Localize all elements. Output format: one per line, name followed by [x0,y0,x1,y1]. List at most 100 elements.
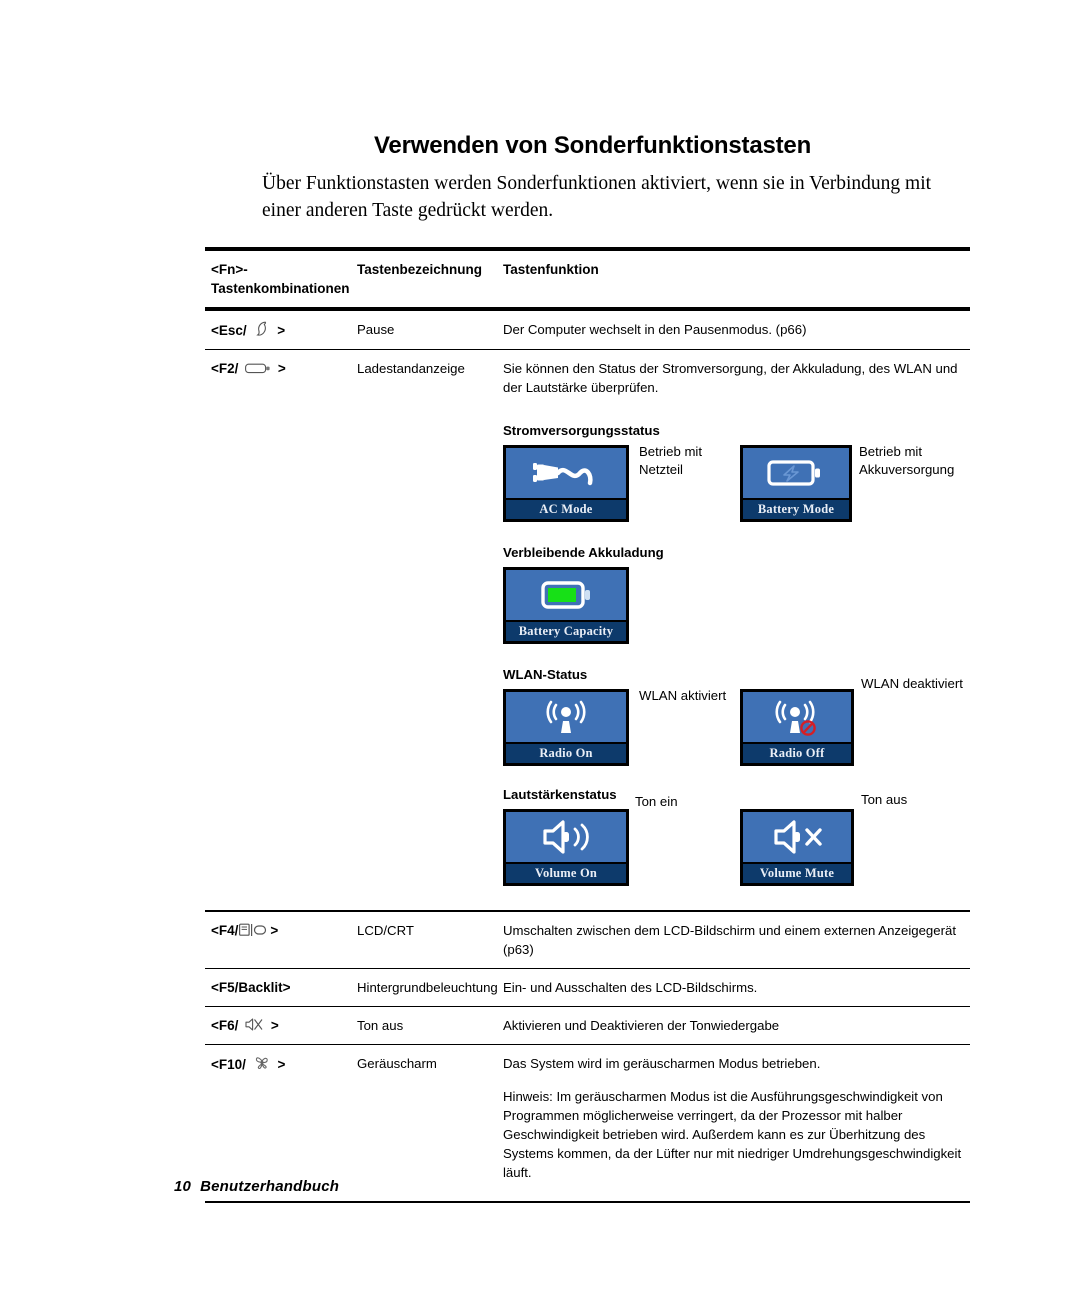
key-function-f10: Das System wird im geräuscharmen Modus b… [503,1045,970,1201]
header-col1: <Fn>-Tastenkombinationen [205,251,357,307]
key-name-esc: Pause [357,322,395,337]
status-icon-ac-mode: AC Mode [503,445,629,523]
key-function-f2-text: Sie können den Status der Stromversorgun… [503,361,958,396]
table-bottom-rule [205,1201,970,1203]
moon-icon [253,320,270,337]
status-desc-volume-mute-text: Ton aus [861,792,908,808]
table-row: <F2/ > Ladestandanzeige Sie können den S… [205,350,970,910]
key-suffix: > [277,323,286,338]
speaker-on-icon [506,812,626,865]
document-page: Verwenden von Sonderfunktionstasten Über… [0,0,1080,1309]
key-prefix: <Esc/ [211,323,247,338]
table-row: <F5/Backlit> Hintergrundbeleuchtung Ein-… [205,969,970,1006]
status-icon-battery-capacity: Battery Capacity [503,567,629,645]
header-col3: Tastenfunktion [503,262,599,277]
page-number: 10 [174,1178,192,1195]
status-desc-battery-mode-text: Betrieb mit Akkuversorgung [859,444,955,478]
key-combo-f5: <F5/Backlit> [211,979,291,995]
status-icon-volume-mute: Volume Mute [740,809,854,887]
status-icon-battery-mode: Battery Mode [740,445,852,523]
status-desc-radio-off: WLAN deaktiviert [861,675,971,693]
status-desc-radio-on: WLAN aktiviert [639,687,731,705]
icon-caption: Volume On [506,864,626,884]
key-combo-f4: <F4/ > [205,912,357,968]
battery-icon [245,362,271,375]
icon-caption: AC Mode [506,500,626,520]
status-desc-ac-mode-text: Betrieb mit Netzteil [639,444,703,478]
key-prefix: <F2/ [211,361,239,377]
intro-paragraph: Über Funktionstasten werden Sonderfunkti… [262,173,932,221]
key-name-f6: Ton aus [357,1018,404,1034]
key-name-f4: LCD/CRT [357,922,414,938]
icon-frame: Volume On [503,809,629,887]
key-name-f10: Geräuscharm [357,1056,437,1072]
table-row: <F6/ > Ton aus Aktivieren und Deaktivier… [205,1007,970,1044]
icon-frame: Radio On [503,689,629,767]
page-title: Verwenden von Sonderfunktionstasten [373,132,812,159]
icon-caption: Battery Mode [743,500,849,520]
status-pair-volume: Volume On Ton ein Volume Mute Ton aus [503,792,966,893]
status-pair-capacity: Battery Capacity [503,567,966,651]
status-heading-capacity: Verbleibende Akkuladung [503,545,664,561]
status-pair-power: AC Mode Betrieb mit Netzteil Battery Mod… [503,443,966,529]
key-suffix: > [270,922,279,938]
fan-icon [253,1054,271,1071]
speaker-mute-icon [245,1017,264,1032]
icon-frame: Battery Capacity [503,567,629,645]
icon-frame: Battery Mode [740,445,852,523]
key-combo-f6: <F6/ > [205,1007,357,1044]
key-function-f6: Aktivieren und Deaktivieren der Tonwiede… [503,1018,780,1034]
key-name-f5-text: Hintergrundbeleuchtung [357,979,498,995]
battery-charging-icon [743,448,849,501]
key-combo-f2: <F2/ > [205,350,357,910]
key-prefix: <F6/ [211,1018,239,1034]
status-icon-radio-off: Radio Off [740,689,854,767]
key-function-f5: Ein- und Ausschalten des LCD-Bildschirms… [503,979,758,995]
key-suffix: > [270,1018,279,1034]
header-col2: Tastenbezeichnung [357,262,483,277]
status-desc-volume-mute: Ton aus [861,791,951,809]
table-header-row: <Fn>-Tastenkombinationen Tastenbezeichnu… [205,251,970,307]
status-heading-power: Stromversorgungsstatus [503,423,660,439]
icon-caption: Radio On [506,744,626,764]
icon-frame: Radio Off [740,689,854,767]
status-icon-radio-on: Radio On [503,689,629,767]
status-desc-radio-off-text: WLAN deaktiviert [861,676,963,692]
status-desc-volume-on: Ton ein [635,793,715,811]
ac-plug-icon [506,448,626,501]
status-icon-volume-on: Volume On [503,809,629,887]
note-paragraph: Hinweis: Im geräuscharmen Modus ist die … [503,1089,962,1181]
status-desc-radio-on-text: WLAN aktiviert [639,688,727,704]
lcd-crt-icon [239,923,269,937]
key-name-f2: Ladestandanzeige [357,361,465,377]
key-suffix: > [277,361,286,377]
antenna-icon [506,692,626,745]
function-key-table: <Fn>-Tastenkombinationen Tastenbezeichnu… [205,247,970,1203]
key-function-f4: Umschalten zwischen dem LCD-Bildschirm u… [503,922,956,957]
key-function-f2: Sie können den Status der Stromversorgun… [503,350,970,910]
footer: 10 Benutzerhandbuch [174,1178,339,1195]
header-col1-text: <Fn>-Tastenkombinationen [211,262,350,296]
icon-frame: Volume Mute [740,809,854,887]
icon-caption: Volume Mute [743,864,851,884]
key-prefix: <F4/ [211,922,239,938]
key-function-esc: Der Computer wechselt in den Pausenmodus… [503,322,807,337]
status-graphics: Stromversorgungsstatus AC Mode Betrieb m… [503,397,966,901]
status-desc-volume-on-text: Ton ein [635,794,678,810]
table-row: <Esc/ > Pause Der Computer wechselt in d… [205,311,970,349]
footer-label: Benutzerhandbuch [200,1178,340,1195]
table-row: <F4/ > LCD/CRT Umschalten zwischen dem L… [205,912,970,968]
speaker-mute-icon [743,812,851,865]
antenna-disabled-icon [743,692,851,745]
icon-caption: Battery Capacity [506,622,626,642]
status-pair-wlan: Radio On WLAN aktiviert Radio Off WLAN d… [503,676,966,771]
key-function-f10-text: Das System wird im geräuscharmen Modus b… [503,1056,821,1072]
battery-full-icon [506,570,626,623]
icon-frame: AC Mode [503,445,629,523]
icon-caption: Radio Off [743,744,851,764]
status-desc-ac-mode: Betrieb mit Netzteil [639,443,731,479]
key-suffix: > [277,1057,286,1073]
key-name-f5: Hintergrundbeleuchtung [357,969,503,1006]
key-prefix: <F10/ [211,1057,246,1073]
key-combo-esc: <Esc/ > [205,311,357,349]
